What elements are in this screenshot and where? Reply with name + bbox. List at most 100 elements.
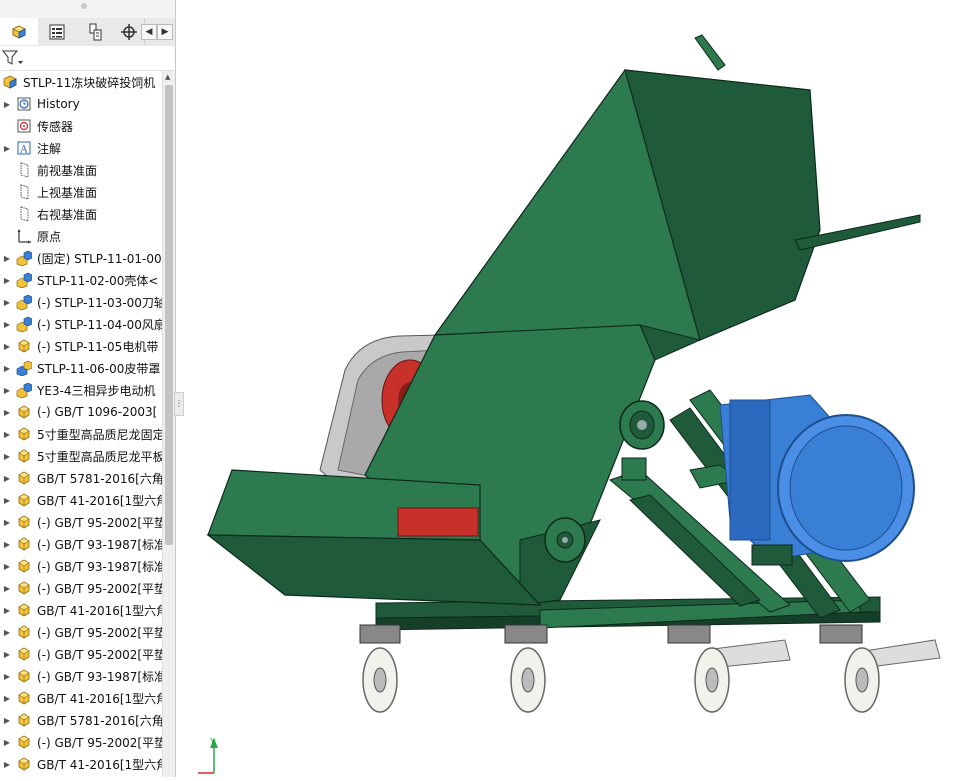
tree-item-label: 原点 — [37, 229, 62, 244]
panel-grip[interactable] — [0, 0, 175, 14]
tree-item[interactable]: ▶ STLP-11-06-00皮带罩 — [0, 357, 162, 379]
expand-arrow-icon[interactable]: ▶ — [0, 320, 14, 329]
tree-item[interactable]: 上视基准面 — [0, 181, 162, 203]
tree-item[interactable]: ▶ YE3-4三相异步电动机 — [0, 379, 162, 401]
tab-scroll-left-button[interactable]: ◀ — [141, 24, 157, 40]
tree-item-label: GB/T 41-2016[1型六角 — [37, 603, 162, 618]
expand-arrow-icon[interactable]: ▶ — [0, 144, 14, 153]
expand-arrow-icon[interactable]: ▶ — [0, 606, 14, 615]
tree-item[interactable]: ▶ (-) STLP-11-04-00风扇 — [0, 313, 162, 335]
expand-arrow-icon[interactable]: ▶ — [0, 408, 14, 417]
expand-arrow-icon[interactable]: ▶ — [0, 276, 14, 285]
tree-item[interactable]: ▶ 5寸重型高品质尼龙固定 — [0, 423, 162, 445]
tree-item-label: (-) GB/T 95-2002[平垫 — [37, 735, 162, 750]
panel-tabs: ◀ ▶ — [0, 18, 175, 47]
graphics-area[interactable]: Y — [176, 0, 957, 777]
tree-item-label: GB/T 5781-2016[六角 — [37, 713, 162, 728]
subassembly-icon — [14, 293, 34, 311]
expand-arrow-icon[interactable]: ▶ — [0, 452, 14, 461]
tree-item[interactable]: ▶ (-) GB/T 95-2002[平垫 — [0, 577, 162, 599]
expand-arrow-icon[interactable]: ▶ — [0, 364, 14, 373]
expand-arrow-icon[interactable]: ▶ — [0, 474, 14, 483]
tree-item[interactable]: ▶ 5寸重型高品质尼龙平板 — [0, 445, 162, 467]
caster-3 — [667, 624, 791, 713]
part-icon — [14, 535, 34, 553]
expand-arrow-icon[interactable]: ▶ — [0, 342, 14, 351]
expand-arrow-icon[interactable]: ▶ — [0, 672, 14, 681]
tree-item[interactable]: 传感器 — [0, 115, 162, 137]
tree-item-label: 前视基准面 — [37, 163, 98, 178]
part-icon — [14, 645, 34, 663]
configuration-manager-tab[interactable] — [76, 18, 115, 45]
tree-item[interactable]: ▶ (-) GB/T 93-1987[标准 — [0, 533, 162, 555]
svg-text:Y: Y — [209, 737, 215, 746]
plane-icon — [14, 161, 34, 179]
scroll-up-icon[interactable]: ▲ — [165, 73, 170, 81]
tree-item[interactable]: ▶ (-) GB/T 93-1987[标准 — [0, 665, 162, 687]
tree-item[interactable]: ▶ (固定) STLP-11-01-00 — [0, 247, 162, 269]
tree-item[interactable]: ▶ STLP-11-02-00壳体< — [0, 269, 162, 291]
expand-arrow-icon[interactable]: ▶ — [0, 298, 14, 307]
part-icon — [14, 755, 34, 773]
expand-arrow-icon[interactable]: ▶ — [0, 760, 14, 769]
tree-item[interactable]: ▶ (-) STLP-11-03-00刀轴 — [0, 291, 162, 313]
view-triad[interactable]: Y — [198, 737, 218, 774]
svg-text:A: A — [19, 145, 28, 156]
tree-scrollbar[interactable]: ▲ — [162, 71, 175, 777]
tree-item[interactable]: ▶ GB/T 5781-2016[六角 — [0, 709, 162, 731]
expand-arrow-icon[interactable]: ▶ — [0, 628, 14, 637]
expand-arrow-icon[interactable]: ▶ — [0, 650, 14, 659]
filter-icon[interactable] — [2, 50, 24, 66]
expand-arrow-icon[interactable]: ▶ — [0, 540, 14, 549]
expand-arrow-icon[interactable]: ▶ — [0, 100, 14, 109]
property-manager-tab[interactable] — [38, 18, 77, 45]
tree-item[interactable]: ▶ GB/T 5781-2016[六角 — [0, 467, 162, 489]
tree-item[interactable]: ▶ GB/T 41-2016[1型六角 — [0, 599, 162, 621]
part-icon — [14, 667, 34, 685]
casters — [359, 624, 941, 713]
expand-arrow-icon[interactable]: ▶ — [0, 584, 14, 593]
expand-arrow-icon[interactable]: ▶ — [0, 386, 14, 395]
tree-item-label: 5寸重型高品质尼龙固定 — [37, 427, 162, 442]
scrollbar-thumb[interactable] — [165, 85, 173, 545]
tree-item[interactable]: ▶ GB/T 41-2016[1型六角 — [0, 753, 162, 775]
tree-item[interactable]: ▶ A 注解 — [0, 137, 162, 159]
plane-icon — [14, 205, 34, 223]
tree-item[interactable]: ▶ (-) GB/T 93-1987[标准 — [0, 555, 162, 577]
expand-arrow-icon[interactable]: ▶ — [0, 518, 14, 527]
tree-item[interactable]: 右视基准面 — [0, 203, 162, 225]
expand-arrow-icon[interactable]: ▶ — [0, 430, 14, 439]
machine-model[interactable]: Y — [176, 0, 957, 777]
tree-item-label: (-) STLP-11-03-00刀轴 — [37, 295, 162, 310]
expand-arrow-icon[interactable]: ▶ — [0, 738, 14, 747]
tree-item-label: 传感器 — [37, 119, 74, 134]
part-icon — [14, 557, 34, 575]
tree-item[interactable]: ▶ (-) STLP-11-05电机带 — [0, 335, 162, 357]
motor — [719, 394, 915, 566]
part-icon — [14, 711, 34, 729]
expand-arrow-icon[interactable]: ▶ — [0, 496, 14, 505]
tree-item[interactable]: 前视基准面 — [0, 159, 162, 181]
tree-item-label: (固定) STLP-11-01-00 — [37, 251, 162, 266]
part-icon — [14, 601, 34, 619]
sensor-icon — [14, 117, 34, 135]
part-icon — [14, 513, 34, 531]
expand-arrow-icon[interactable]: ▶ — [0, 716, 14, 725]
tree-item[interactable]: 原点 — [0, 225, 162, 247]
tree-item-label: (-) GB/T 95-2002[平垫 — [37, 647, 162, 662]
expand-arrow-icon[interactable]: ▶ — [0, 254, 14, 263]
expand-arrow-icon[interactable]: ▶ — [0, 562, 14, 571]
tree-item[interactable]: ▶ GB/T 41-2016[1型六角 — [0, 687, 162, 709]
tree-item[interactable]: ▶ (-) GB/T 95-2002[平垫 — [0, 511, 162, 533]
tree-root-item[interactable]: STLP-11冻块破碎投饲机 — [0, 71, 162, 93]
tree-item[interactable]: ▶ History — [0, 93, 162, 115]
expand-arrow-icon[interactable]: ▶ — [0, 694, 14, 703]
tree-item[interactable]: ▶ (-) GB/T 95-2002[平垫 — [0, 731, 162, 753]
tree-item[interactable]: ▶ (-) GB/T 1096-2003[ — [0, 401, 162, 423]
feature-manager-tab[interactable] — [0, 18, 39, 45]
tree-item[interactable]: ▶ (-) GB/T 95-2002[平垫 — [0, 621, 162, 643]
tree-item[interactable]: ▶ GB/T 41-2016[1型六角 — [0, 489, 162, 511]
feature-tree: STLP-11冻块破碎投饲机 ▶ History 传感器 ▶ A 注解 前视基准面 上视基准面… — [0, 71, 162, 777]
tab-scroll-right-button[interactable]: ▶ — [157, 24, 173, 40]
tree-item[interactable]: ▶ (-) GB/T 95-2002[平垫 — [0, 643, 162, 665]
